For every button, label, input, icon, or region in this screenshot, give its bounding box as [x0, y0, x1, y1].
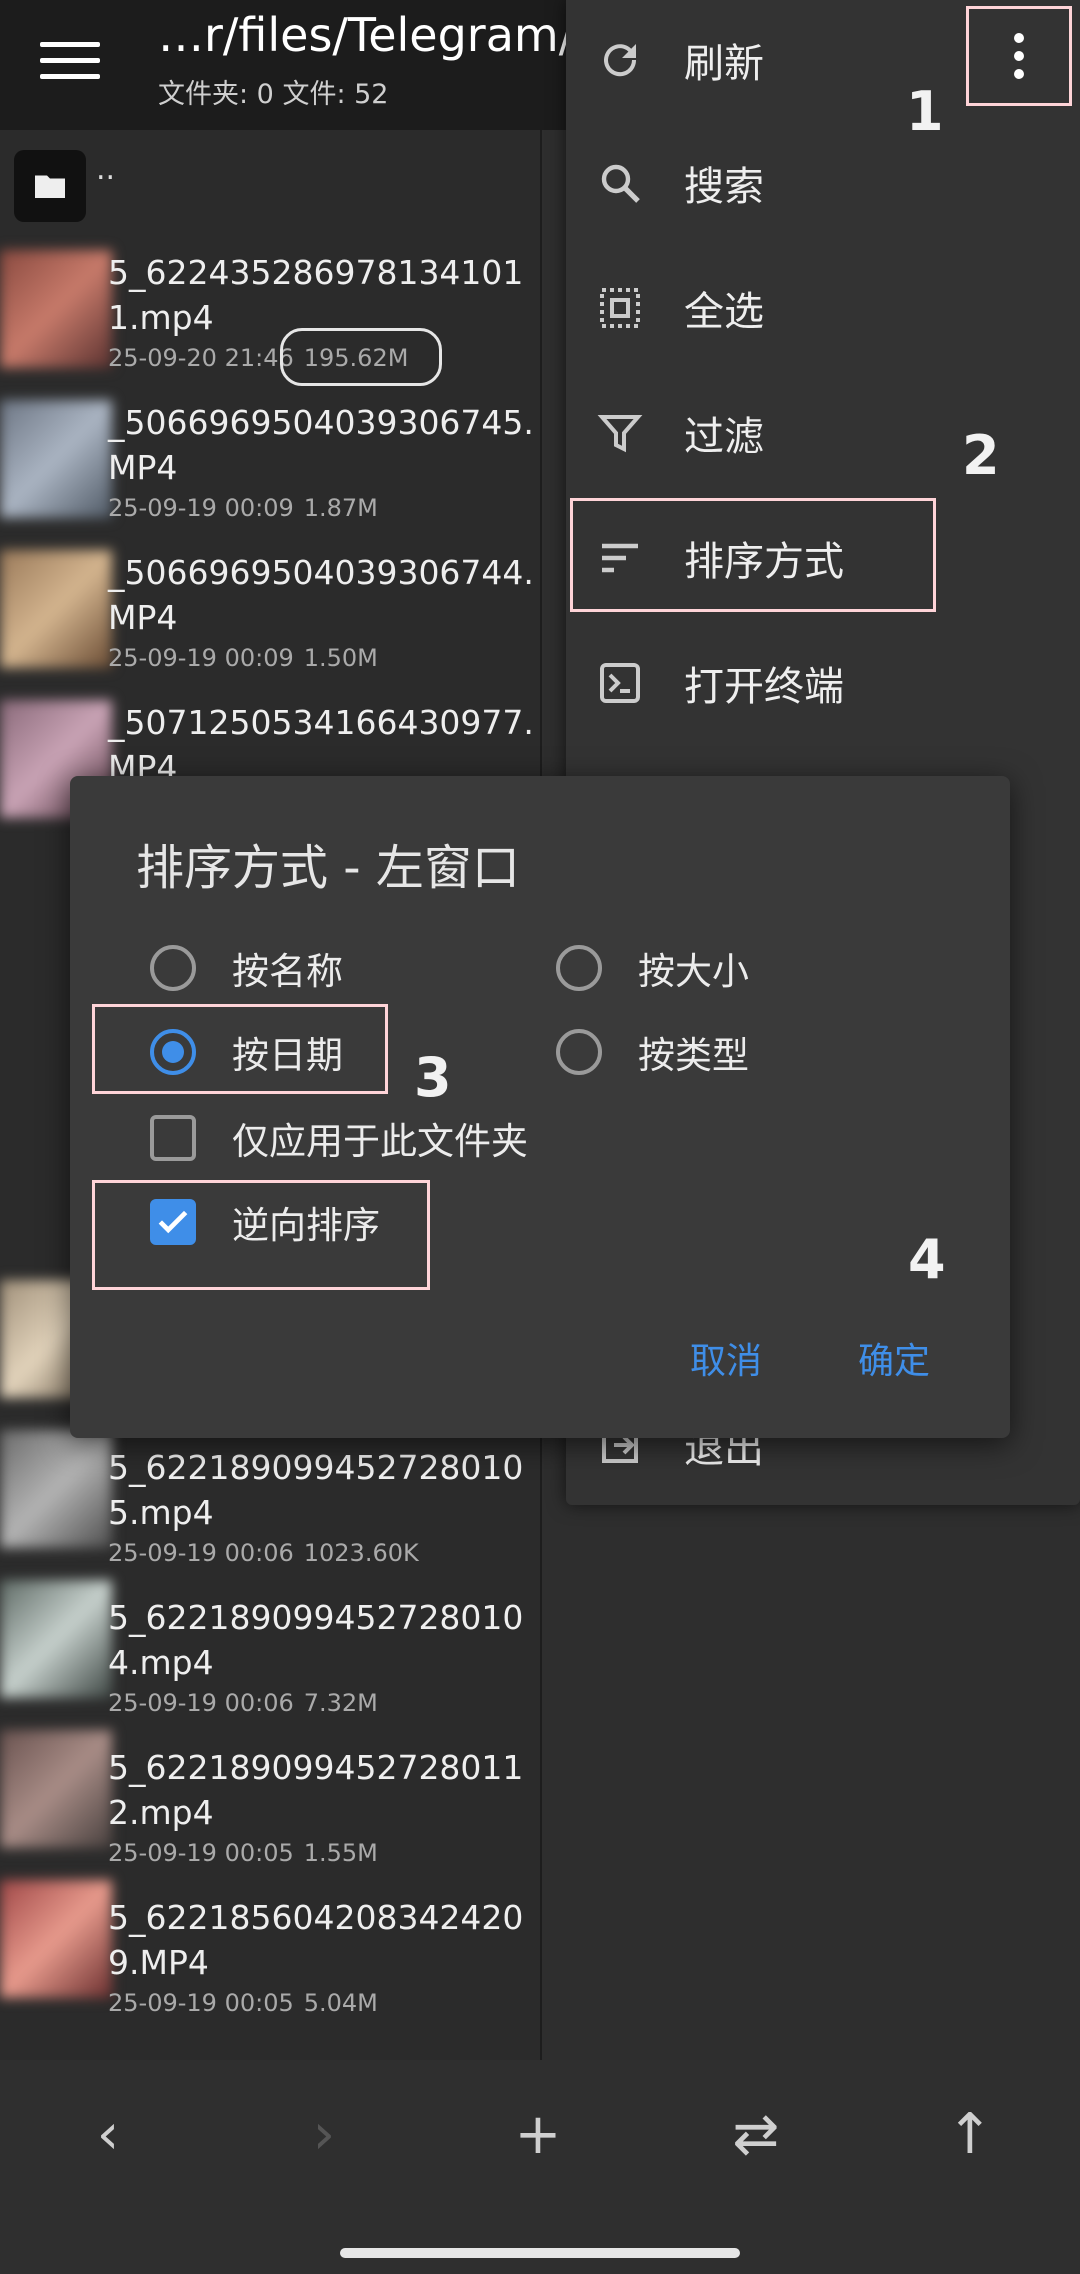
radio-button[interactable] [556, 945, 602, 991]
file-date: 25-09-20 21:46 [108, 344, 294, 372]
size-highlight-oval [280, 328, 442, 386]
highlight-sort-menu-item [570, 498, 936, 612]
add-icon[interactable]: + [498, 2095, 578, 2175]
path-title: …r/files/Telegram/ [158, 8, 575, 62]
file-date: 25-09-19 00:09 [108, 494, 294, 522]
list-item[interactable]: 5_6221856042083424209.MP4 25-09-19 00:05… [108, 1895, 540, 2017]
step-number: 2 [962, 424, 1000, 487]
radio-button[interactable] [556, 1029, 602, 1075]
menu-item-terminal[interactable]: 打开终端 [566, 623, 1080, 743]
highlight-by-date [92, 1004, 388, 1094]
video-thumbnail [0, 1880, 112, 1998]
file-date: 25-09-19 00:06 [108, 1539, 294, 1567]
up-icon[interactable]: ↑ [930, 2095, 1010, 2175]
sort-by-size-option[interactable]: 按大小 [556, 938, 749, 998]
search-icon [590, 153, 650, 213]
sort-by-name-option[interactable]: 按名称 [150, 938, 343, 998]
video-thumbnail [0, 550, 112, 668]
video-thumbnail [0, 1730, 112, 1848]
list-item[interactable]: 5_6221890994527280104.mp4 25-09-19 00:06… [108, 1595, 540, 1717]
terminal-icon [590, 653, 650, 713]
menu-item-select-all[interactable]: 全选 [566, 248, 1080, 368]
ok-button[interactable]: 确定 [858, 1332, 930, 1384]
select-all-icon [590, 278, 650, 338]
list-item[interactable]: _5066969504039306744.MP4 25-09-19 00:09 1… [108, 550, 540, 672]
step-number: 3 [414, 1046, 452, 1109]
refresh-icon [590, 30, 650, 90]
video-thumbnail [0, 1580, 112, 1698]
step-number: 1 [906, 80, 944, 143]
sort-dialog: 排序方式 - 左窗口 按名称 按大小 按日期 按类型 仅应用于此文件夹 逆向排序… [70, 776, 1010, 1438]
file-size: 5.04M [303, 1989, 378, 2017]
filter-icon [590, 403, 650, 463]
file-date: 25-09-19 00:06 [108, 1689, 294, 1717]
sort-by-type-option[interactable]: 按类型 [556, 1022, 749, 1082]
hamburger-menu-icon[interactable] [40, 30, 100, 90]
video-thumbnail [0, 1430, 112, 1548]
file-date: 25-09-19 00:09 [108, 644, 294, 672]
highlight-reverse-sort [92, 1180, 430, 1290]
back-icon[interactable]: ‹ [68, 2095, 148, 2175]
more-options-icon[interactable] [966, 6, 1072, 106]
video-thumbnail [0, 250, 112, 368]
cancel-button[interactable]: 取消 [690, 1332, 762, 1384]
step-number: 4 [908, 1228, 946, 1291]
folder-file-count: 文件夹: 0 文件: 52 [158, 79, 389, 110]
radio-button[interactable] [150, 945, 196, 991]
video-thumbnail [0, 400, 112, 518]
forward-icon[interactable]: › [284, 2095, 364, 2175]
swap-icon[interactable]: ⇄ [716, 2095, 796, 2175]
dialog-title: 排序方式 - 左窗口 [136, 840, 520, 896]
file-size: 1.55M [303, 1839, 378, 1867]
menu-item-filter[interactable]: 过滤 [566, 373, 1080, 493]
apply-to-folder-option[interactable]: 仅应用于此文件夹 [150, 1108, 528, 1168]
parent-dir-label[interactable]: .. [96, 152, 115, 187]
list-item[interactable]: _5066969504039306745.MP4 25-09-19 00:09 1… [108, 400, 540, 522]
file-size: 1.87M [303, 494, 378, 522]
file-size: 7.32M [303, 1689, 378, 1717]
folder-icon[interactable] [14, 150, 86, 222]
menu-item-search[interactable]: 搜索 [566, 123, 1080, 243]
file-date: 25-09-19 00:05 [108, 1989, 294, 2017]
file-date: 25-09-19 00:05 [108, 1839, 294, 1867]
gesture-nav-bar[interactable] [340, 2248, 740, 2258]
list-item[interactable]: 5_6221890994527280105.mp4 25-09-19 00:06… [108, 1445, 540, 1567]
file-size: 1.50M [303, 644, 378, 672]
file-size: 1023.60K [303, 1539, 419, 1567]
checkbox[interactable] [150, 1115, 196, 1161]
list-item[interactable]: 5_6221890994527280112.mp4 25-09-19 00:05… [108, 1745, 540, 1867]
